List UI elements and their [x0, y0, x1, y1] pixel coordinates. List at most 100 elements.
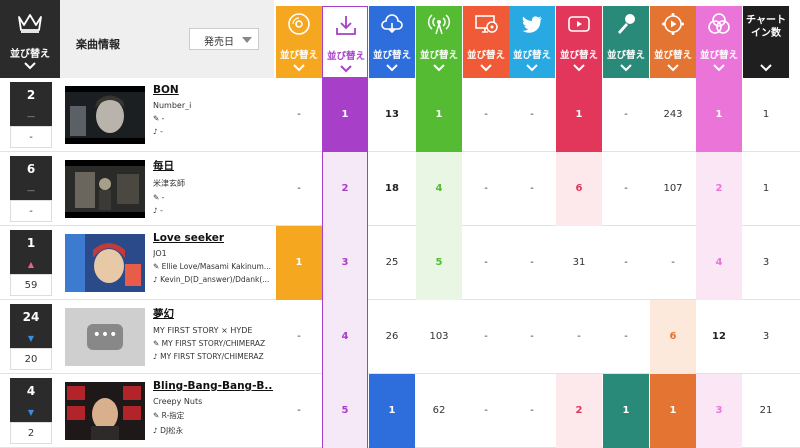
previous-rank: 20 [10, 348, 52, 370]
rank-trend-icon: — [27, 112, 35, 121]
video-thumbnail[interactable] [65, 160, 145, 218]
chart-row: 1 ▲ 59 Love seeker JO1 ✎ Ellie Love/Masami Ka… [0, 226, 800, 300]
lyricist-name: - [161, 114, 165, 123]
pen-icon: ✎ [153, 339, 162, 348]
previous-rank: 2 [10, 422, 52, 444]
rank-number: 4 [26, 384, 36, 398]
sort-header-label: 並び替え [279, 50, 318, 61]
chevron-down-icon [24, 62, 36, 70]
sort-header-stream[interactable]: 並び替え [369, 6, 415, 78]
rank-sort-header[interactable]: 並び替え [0, 0, 60, 78]
rank-box: 6 — - [10, 156, 52, 222]
cell-gyao: - [671, 257, 675, 268]
microphone-icon [614, 12, 638, 36]
cell-lookup: - [484, 109, 488, 120]
video-thumbnail[interactable] [65, 86, 145, 144]
cell-twitter: - [530, 183, 534, 194]
cell-twitter: - [530, 405, 534, 416]
cell-count: 3 [762, 257, 770, 268]
video-thumbnail[interactable]: ••• [65, 308, 145, 366]
lyricist-credit: ✎ - [153, 193, 273, 202]
cell-stream: 13 [385, 109, 399, 120]
sort-header-tiktok[interactable]: 並び替え [696, 6, 742, 78]
cell-lookup: - [484, 405, 488, 416]
sort-header-lookup[interactable]: 並び替え [463, 6, 509, 78]
placeholder-more-icon: ••• [87, 324, 123, 350]
lyricist-name: - [161, 193, 165, 202]
artist-name[interactable]: Number_i [153, 101, 273, 110]
rank-number: 2 [26, 88, 36, 102]
chart-in-count-header[interactable]: チャートイン数 [743, 6, 789, 78]
song-info: Bling-Bang-Bang-B... Creepy Nuts ✎ R-指定 ♪ D… [153, 380, 273, 436]
chevron-down-icon [620, 64, 632, 72]
cell-youtube: 1 [556, 78, 602, 152]
song-info-label: 楽曲情報 [76, 38, 120, 51]
song-title-link[interactable]: Love seeker [153, 232, 273, 244]
song-info-header: 楽曲情報 発売日 [60, 0, 274, 78]
cell-tiktok: 1 [696, 78, 742, 152]
cell-youtube: 31 [572, 257, 586, 268]
pen-icon: ✎ [153, 411, 162, 420]
chevron-down-icon [667, 64, 679, 72]
cell-stream: 1 [369, 374, 415, 448]
song-title-link[interactable]: 毎日 [153, 158, 273, 173]
song-title-link[interactable]: 夢幻 [153, 306, 273, 321]
song-title-link[interactable]: Bling-Bang-Bang-B... [153, 380, 273, 392]
sort-header-twitter[interactable]: 並び替え [509, 6, 555, 78]
previous-rank: - [10, 200, 52, 222]
video-thumbnail[interactable] [65, 234, 145, 292]
rank-number: 24 [22, 310, 40, 324]
cell-tiktok: 3 [696, 374, 742, 448]
sort-header-label: 並び替え [512, 50, 551, 61]
cell-count: 1 [762, 109, 770, 120]
cell-cd: - [297, 109, 301, 120]
chevron-down-icon [480, 64, 492, 72]
sort-header-karaoke[interactable]: 並び替え [603, 6, 649, 78]
composer-name: Kevin_D(D_answer)/Ddank(... [160, 275, 270, 284]
download-icon [334, 13, 358, 37]
composer-credit: ♪ MY FIRST STORY/CHIMERAZ [153, 352, 273, 361]
youtube-icon [567, 12, 591, 36]
sort-header-download[interactable]: 並び替え [322, 6, 368, 78]
cell-radio: 103 [429, 331, 449, 342]
song-title-link[interactable]: BON [153, 84, 273, 96]
video-thumbnail[interactable] [65, 382, 145, 440]
chevron-down-icon [293, 64, 305, 72]
composer-name: - [160, 127, 163, 136]
cell-download: 4 [322, 300, 368, 374]
pen-icon: ✎ [153, 262, 162, 271]
cell-twitter: - [530, 109, 534, 120]
rank-box: 24 ▼ 20 [10, 304, 52, 370]
sort-header-youtube[interactable]: 並び替え [556, 6, 602, 78]
chevron-down-icon [340, 65, 352, 73]
video-icon [661, 12, 685, 36]
cell-youtube: 6 [556, 152, 602, 226]
cell-cd: 1 [276, 226, 322, 300]
chart-row: 24 ▼ 20 ••• 夢幻 MY FIRST STORY × HYDE ✎ MY FIRS… [0, 300, 800, 374]
release-date-sort-select[interactable]: 発売日 [189, 28, 259, 50]
lyricist-name: R-指定 [161, 411, 185, 420]
pc-disc-icon [474, 12, 498, 36]
chevron-down-icon [760, 64, 772, 72]
cell-karaoke: - [624, 183, 628, 194]
cell-stream: 18 [385, 183, 399, 194]
chevron-down-icon [526, 64, 538, 72]
cell-youtube: 2 [556, 374, 602, 448]
composer-name: MY FIRST STORY/CHIMERAZ [160, 352, 264, 361]
sort-header-cd[interactable]: 並び替え [276, 6, 322, 78]
sort-header-gyao[interactable]: 並び替え [650, 6, 696, 78]
chevron-down-icon [433, 64, 445, 72]
cell-tiktok: 12 [712, 331, 726, 342]
lyricist-name: MY FIRST STORY/CHIMERAZ [161, 339, 266, 348]
cell-stream: 26 [385, 331, 399, 342]
rank-trend-icon: — [27, 186, 35, 195]
artist-name[interactable]: 米津玄師 [153, 178, 273, 189]
artist-name[interactable]: JO1 [153, 249, 273, 258]
cell-gyao: 1 [650, 374, 696, 448]
artist-name[interactable]: MY FIRST STORY × HYDE [153, 326, 273, 335]
chevron-down-icon [573, 64, 585, 72]
sort-header-radio[interactable]: 並び替え [416, 6, 462, 78]
sort-header-label: 並び替え [653, 50, 692, 61]
artist-name[interactable]: Creepy Nuts [153, 397, 273, 406]
rank-trend-icon: ▼ [27, 334, 35, 343]
